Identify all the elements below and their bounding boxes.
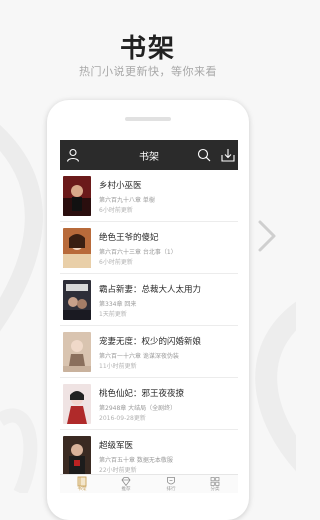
category-icon [210, 477, 220, 486]
book-chapter: 第六百六十三章 台北事（1） [99, 249, 177, 256]
book-item[interactable]: 霸占新妻：总裁大人太用力 第334章 回来 1天前更新 [60, 274, 238, 326]
tab-recommend[interactable]: 推荐 [104, 476, 148, 493]
phone-speaker [125, 117, 171, 121]
tab-label: 书架 [77, 487, 87, 492]
book-title: 宠妻无度：权少的闪婚新娘 [99, 337, 202, 347]
tab-label: 推荐 [121, 487, 131, 492]
book-update-time: 11小时前更新 [99, 363, 137, 370]
book-title: 霸占新妻：总裁大人太用力 [99, 285, 202, 295]
book-title: 超级军医 [99, 441, 134, 451]
chevron-right-icon[interactable] [254, 218, 282, 254]
app-screen: 书架 乡村小巫医 第六百九十八章 单樹 6小时前更新 绝色王爷的傻妃 第六百六十… [60, 140, 238, 493]
book-list: 乡村小巫医 第六百九十八章 单樹 6小时前更新 绝色王爷的傻妃 第六百六十三章 … [60, 170, 238, 482]
book-title: 桃色仙妃：邪王夜夜撩 [99, 389, 185, 399]
tab-label: 排行 [166, 487, 176, 492]
book-cover [63, 384, 91, 424]
app-top-bar: 书架 [60, 140, 238, 170]
diamond-icon [121, 477, 131, 487]
book-item[interactable]: 桃色仙妃：邪王夜夜撩 第2948章 大结局（全剧终） 2016-09-28更新 [60, 378, 238, 430]
book-chapter: 第六百一十六章 诡谋深夜伪装 [99, 353, 179, 360]
book-title: 乡村小巫医 [99, 181, 142, 191]
book-cover [63, 280, 91, 320]
book-cover [63, 228, 91, 268]
book-update-time: 2016-09-28更新 [99, 415, 146, 422]
promo-subheadline: 热门小说更新快，等你来看 [79, 65, 217, 78]
book-title: 绝色王爷的傻妃 [99, 233, 159, 243]
book-chapter: 第2948章 大结局（全剧终） [99, 405, 177, 412]
book-chapter: 第六百五十章 数据无本敬服 [99, 457, 173, 464]
promo-headline: 书架 [119, 34, 176, 64]
book-cover [63, 332, 91, 372]
book-cover [63, 436, 91, 476]
book-item[interactable]: 宠妻无度：权少的闪婚新娘 第六百一十六章 诡谋深夜伪装 11小时前更新 [60, 326, 238, 378]
tab-ranking[interactable]: 排行 [149, 476, 193, 493]
book-update-time: 6小时前更新 [99, 259, 133, 266]
bottom-tab-bar: 书架 推荐 排行 分类 [60, 474, 238, 493]
book-item[interactable]: 绝色王爷的傻妃 第六百六十三章 台北事（1） 6小时前更新 [60, 222, 238, 274]
book-update-time: 1天前更新 [99, 311, 127, 318]
download-icon[interactable] [220, 147, 236, 163]
tab-category[interactable]: 分类 [193, 476, 237, 493]
book-cover [63, 176, 91, 216]
bookshelf-icon [77, 476, 87, 487]
book-update-time: 22小时前更新 [99, 467, 137, 474]
book-update-time: 6小时前更新 [99, 207, 133, 214]
search-icon[interactable] [196, 147, 212, 163]
book-item[interactable]: 乡村小巫医 第六百九十八章 单樹 6小时前更新 [60, 170, 238, 222]
book-chapter: 第334章 回来 [99, 301, 137, 308]
tab-bookshelf[interactable]: 书架 [60, 476, 104, 493]
book-chapter: 第六百九十八章 单樹 [99, 197, 155, 204]
ranking-icon [167, 477, 175, 485]
tab-label: 分类 [210, 487, 220, 492]
